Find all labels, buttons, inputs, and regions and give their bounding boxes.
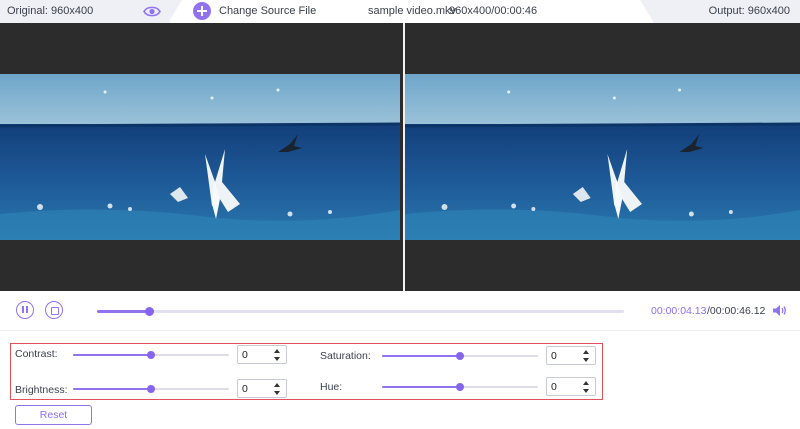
progress-handle[interactable] <box>145 307 155 316</box>
original-resolution: Original: 960x400 <box>7 5 94 17</box>
adjustments-panel: Contrast: 0 Saturation: 0 Brightness: 0 … <box>10 343 603 400</box>
saturation-slider-fill <box>382 355 460 357</box>
video-frame-original <box>0 74 400 240</box>
contrast-increment-icon[interactable] <box>274 349 280 353</box>
hue-increment-icon[interactable] <box>583 381 589 385</box>
hue-label: Hue: <box>320 381 343 393</box>
volume-icon[interactable] <box>772 304 787 317</box>
progress-slider[interactable] <box>97 307 624 316</box>
resolution-duration: 960x400/00:00:46 <box>449 5 538 17</box>
total-time: /00:00:46.12 <box>707 305 766 317</box>
saturation-slider-handle[interactable] <box>456 352 464 360</box>
saturation-decrement-icon[interactable] <box>583 358 589 362</box>
brightness-value: 0 <box>242 383 248 395</box>
brightness-increment-icon[interactable] <box>274 383 280 387</box>
eye-icon[interactable] <box>143 5 161 18</box>
output-resolution: Output: 960x400 <box>708 5 790 17</box>
video-frame-output <box>405 74 800 240</box>
contrast-value: 0 <box>242 349 248 361</box>
hue-decrement-icon[interactable] <box>583 389 589 393</box>
reset-button[interactable]: Reset <box>15 405 92 425</box>
saturation-label: Saturation: <box>320 350 371 362</box>
hue-value: 0 <box>551 381 557 393</box>
brightness-slider[interactable] <box>73 383 229 395</box>
playback-bar: 00:00:04.13 /00:00:46.12 <box>0 291 800 331</box>
contrast-decrement-icon[interactable] <box>274 357 280 361</box>
change-source-file-button[interactable]: Change Source File <box>219 5 316 17</box>
contrast-input[interactable]: 0 <box>237 345 287 364</box>
saturation-input[interactable]: 0 <box>546 346 596 365</box>
info-bar: Original: 960x400 Change Source File sam… <box>0 0 800 23</box>
video-editor-window: Original: 960x400 Change Source File sam… <box>0 0 800 429</box>
output-preview <box>405 74 800 240</box>
pause-icon[interactable] <box>16 301 34 319</box>
hue-slider-fill <box>382 386 460 388</box>
saturation-increment-icon[interactable] <box>583 350 589 354</box>
current-time: 00:00:04.13 <box>651 305 707 317</box>
plus-icon[interactable] <box>193 2 211 20</box>
brightness-slider-handle[interactable] <box>147 385 155 393</box>
original-preview <box>0 74 400 240</box>
contrast-slider-fill <box>73 354 151 356</box>
contrast-label: Contrast: <box>15 348 58 360</box>
saturation-slider[interactable] <box>382 350 538 362</box>
preview-area <box>0 23 800 291</box>
hue-slider[interactable] <box>382 381 538 393</box>
saturation-value: 0 <box>551 350 557 362</box>
contrast-slider-handle[interactable] <box>147 351 155 359</box>
progress-fill <box>97 310 150 313</box>
brightness-input[interactable]: 0 <box>237 379 287 398</box>
brightness-label: Brightness: <box>15 384 68 396</box>
contrast-slider[interactable] <box>73 349 229 361</box>
preview-divider <box>403 23 405 291</box>
hue-input[interactable]: 0 <box>546 377 596 396</box>
file-name: sample video.mkv <box>368 5 457 17</box>
stop-icon[interactable] <box>45 301 63 319</box>
brightness-decrement-icon[interactable] <box>274 391 280 395</box>
hue-slider-handle[interactable] <box>456 383 464 391</box>
brightness-slider-fill <box>73 388 151 390</box>
